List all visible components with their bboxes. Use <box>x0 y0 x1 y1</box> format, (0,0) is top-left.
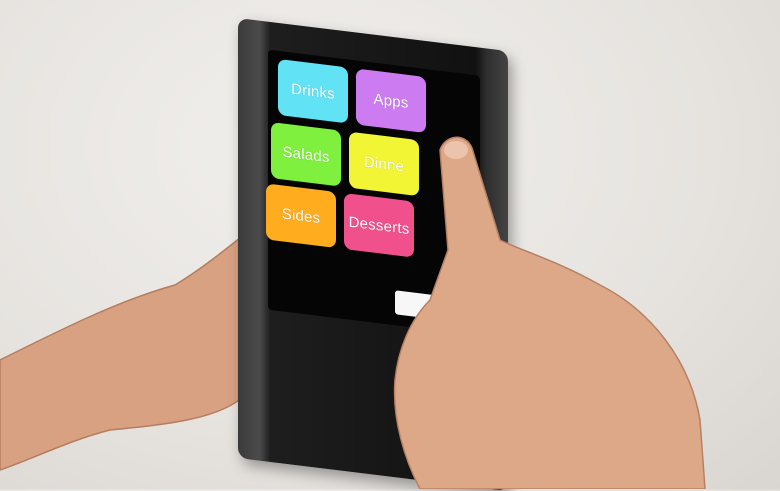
fingernail <box>444 141 468 159</box>
photo-scene: Drinks Apps Salads Dinne Sides Desserts <box>0 0 780 491</box>
pointing-hand-shape <box>393 136 706 489</box>
pointing-hand <box>393 136 706 489</box>
